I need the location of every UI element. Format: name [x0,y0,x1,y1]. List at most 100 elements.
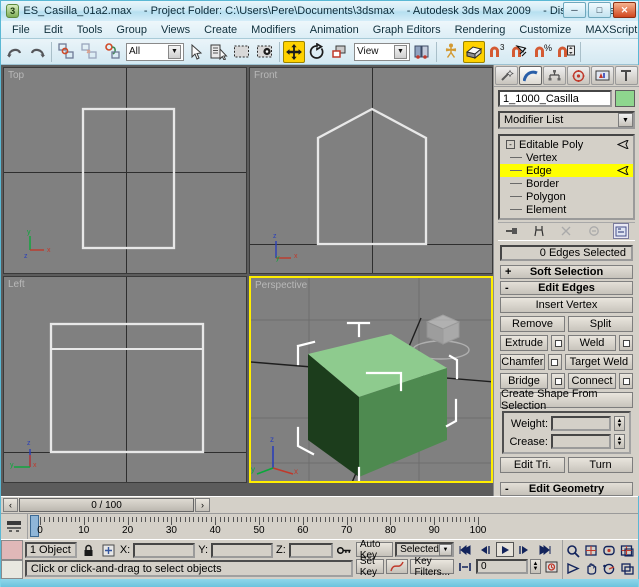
weld-button[interactable]: Weld [568,335,616,351]
x-field[interactable] [133,543,195,558]
rollout-toggle-edit-geometry[interactable]: - [505,483,509,495]
current-frame-field[interactable]: 0 [476,559,528,574]
viewport-top[interactable]: Top y x z [3,67,247,274]
maximize-viewport-toggle-icon[interactable] [619,560,636,577]
select-and-scale-icon[interactable] [329,41,351,63]
stack-item-editable-poly[interactable]: -Editable Poly [500,138,633,151]
zoom-all-icon[interactable] [583,542,600,559]
previous-frame-icon[interactable] [476,542,494,557]
unlink-selection-icon[interactable] [78,41,100,63]
select-and-link-icon[interactable] [55,41,77,63]
stack-item-border[interactable]: Border [500,177,633,190]
menu-item-group[interactable]: Group [109,22,154,38]
crease-spinner[interactable]: ▲▼ [614,434,625,449]
display-tab[interactable] [591,66,614,85]
create-tab[interactable] [495,66,518,85]
menu-item-edit[interactable]: Edit [37,22,70,38]
weight-spinner[interactable]: ▲▼ [614,416,625,431]
menu-item-graph-editors[interactable]: Graph Editors [366,22,448,38]
menu-item-animation[interactable]: Animation [303,22,366,38]
maxscript-listener-pink[interactable] [1,540,23,560]
redo-icon[interactable] [26,41,48,63]
zoom-icon[interactable] [565,542,582,559]
rollout-toggle-soft-selection[interactable]: + [505,266,511,278]
frame-spinner[interactable]: ▲▼ [530,559,541,574]
key-icon[interactable] [336,542,353,558]
arc-rotate-icon[interactable] [601,560,618,577]
time-configuration-icon[interactable] [543,559,561,574]
next-frame-arrow[interactable]: › [195,498,210,512]
undo-icon[interactable] [3,41,25,63]
viewport-perspective[interactable]: Perspective [249,276,493,483]
set-key-curve-icon[interactable] [386,559,408,574]
angle-snap-toggle-icon[interactable]: 3 [486,41,508,63]
field-of-view-icon[interactable] [565,560,582,577]
modifier-list-dropdown[interactable]: Modifier List ▼ [498,111,635,129]
menu-item-customize[interactable]: Customize [512,22,578,38]
key-filters-button[interactable]: Key Filters... [410,559,454,574]
transform-type-in-icon[interactable] [100,542,117,558]
stack-item-polygon[interactable]: Polygon [500,190,633,203]
use-pivot-point-center-icon[interactable] [411,41,433,63]
reference-coordinate-dropdown[interactable]: View ▼ [354,43,410,61]
target-weld-button[interactable]: Target Weld [565,354,633,370]
rollout-edit-geometry[interactable]: - Edit Geometry [500,482,633,496]
go-to-end-icon[interactable] [536,542,554,557]
snaps-toggle-icon[interactable] [463,41,485,63]
selection-filter-dropdown[interactable]: All ▼ [126,43,184,61]
minimize-button[interactable]: ─ [563,2,586,18]
chamfer-settings-button[interactable] [548,354,562,370]
object-color-swatch[interactable] [615,90,635,107]
viewport-left[interactable]: Left z x y [3,276,247,483]
weld-settings-button[interactable] [619,335,633,351]
menu-item-modifiers[interactable]: Modifiers [244,22,303,38]
mini-listener[interactable] [1,540,23,579]
connect-button[interactable]: Connect [568,373,616,389]
go-to-start-icon[interactable] [456,542,474,557]
edit-tri-button[interactable]: Edit Tri. [500,457,565,473]
zoom-extents-icon[interactable] [601,542,618,559]
rollout-toggle-edit-edges[interactable]: - [505,282,509,294]
select-object-icon[interactable] [185,41,207,63]
maxscript-listener-white[interactable] [1,560,23,580]
select-and-move-icon[interactable] [283,41,305,63]
chamfer-button[interactable]: Chamfer [500,354,545,370]
weight-field[interactable] [551,416,611,431]
percent-snap-toggle-icon[interactable] [509,41,531,63]
split-button[interactable]: Split [568,316,633,332]
menu-item-maxscript[interactable]: MAXScript [578,22,639,38]
y-field[interactable] [211,543,273,558]
connect-settings-button[interactable] [619,373,633,389]
selection-lock-icon[interactable] [80,542,97,558]
extrude-button[interactable]: Extrude [500,335,548,351]
rectangular-selection-region-icon[interactable] [231,41,253,63]
play-animation-icon[interactable] [496,542,514,557]
current-frame-display[interactable]: 0 / 100 [19,498,194,512]
bridge-settings-button[interactable] [551,373,565,389]
previous-frame-arrow[interactable]: ‹ [3,498,18,512]
stack-expand-toggle[interactable]: - [506,140,515,149]
viewport-front[interactable]: Front z x y [249,67,493,274]
menu-item-file[interactable]: File [5,22,37,38]
insert-vertex-button[interactable]: Insert Vertex [500,297,633,313]
stack-item-edge[interactable]: Edge [500,164,633,177]
open-mini-curve-editor-icon[interactable] [1,514,27,539]
window-crossing-icon[interactable] [254,41,276,63]
bridge-button[interactable]: Bridge [500,373,548,389]
create-shape-from-selection-button[interactable]: Create Shape From Selection [500,392,633,408]
motion-tab[interactable] [567,66,590,85]
maximize-button[interactable]: □ [588,2,611,18]
bind-to-space-warp-icon[interactable] [101,41,123,63]
modify-tab[interactable] [519,66,542,85]
stack-item-element[interactable]: Element [500,203,633,216]
zoom-extents-all-icon[interactable] [619,542,636,559]
menu-item-rendering[interactable]: Rendering [448,22,513,38]
object-name-field[interactable]: 1_1000_Casilla [498,90,612,107]
crease-field[interactable] [551,434,611,449]
extrude-settings-button[interactable] [551,335,565,351]
remove-modifier-icon[interactable] [586,223,602,239]
spinner-snap-toggle-icon[interactable] [555,41,577,63]
rollout-soft-selection[interactable]: + Soft Selection [500,265,633,279]
remove-button[interactable]: Remove [500,316,565,332]
select-and-manipulate-icon[interactable] [440,41,462,63]
